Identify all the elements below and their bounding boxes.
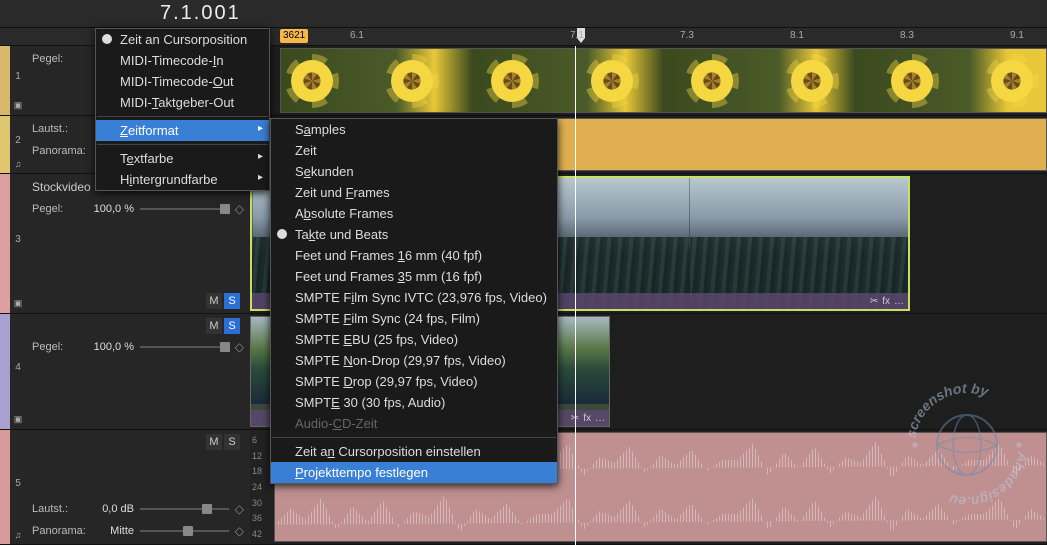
track-color-strip: [0, 430, 10, 544]
keyframe-icon[interactable]: ◇: [235, 502, 244, 516]
video-clip[interactable]: [280, 48, 1047, 113]
pan-label: Panorama:: [32, 145, 86, 157]
menu-item-midi-tc-out[interactable]: MIDI-Timecode-Out: [96, 71, 269, 92]
menu-item-ff35[interactable]: Feet und Frames 35 mm (16 fpf): [271, 266, 557, 287]
audio-track-icon: ♫: [15, 530, 22, 540]
menu-separator: [97, 116, 268, 117]
menu-item-seconds[interactable]: Sekunden: [271, 161, 557, 182]
mute-button[interactable]: M: [206, 434, 222, 450]
menu-item-ff16[interactable]: Feet und Frames 16 mm (40 fpf): [271, 245, 557, 266]
video-track-icon: ▣: [14, 414, 23, 425]
ruler-tick: 9.1: [1010, 30, 1024, 41]
menu-item-midi-clock-out[interactable]: MIDI-Taktgeber-Out: [96, 92, 269, 113]
video-track-icon: ▣: [14, 100, 23, 111]
keyframe-icon[interactable]: ◇: [235, 524, 244, 538]
ruler-tick: 7.3: [680, 30, 694, 41]
menu-item-time[interactable]: Zeit: [271, 140, 557, 161]
menu-item-time-at-cursor[interactable]: Zeit an Cursorposition: [96, 29, 269, 50]
menu-separator: [272, 437, 556, 438]
menu-item-midi-tc-in[interactable]: MIDI-Timecode-In: [96, 50, 269, 71]
radio-selected-icon: [277, 229, 287, 239]
solo-button[interactable]: S: [224, 318, 240, 334]
level-value: 100,0 %: [92, 341, 134, 353]
keyframe-icon[interactable]: ◇: [235, 340, 244, 354]
fx-icon[interactable]: fx: [882, 296, 890, 307]
menu-item-set-project-tempo[interactable]: Projekttempo festlegen: [271, 462, 557, 483]
menu-item-smpte-ivtc[interactable]: SMPTE Film Sync IVTC (23,976 fps, Video): [271, 287, 557, 308]
level-slider[interactable]: [140, 342, 229, 352]
level-label: Pegel:: [32, 203, 86, 215]
fx-icon[interactable]: fx: [583, 413, 591, 424]
solo-button[interactable]: S: [224, 434, 240, 450]
track-header: Stockvideo Pegel: 100,0 % ◇ M S: [26, 174, 250, 313]
track-number[interactable]: 1▣: [10, 46, 26, 115]
audio-track-icon: ♫: [15, 159, 22, 169]
ruler-tick: 8.3: [900, 30, 914, 41]
track-name: Stockvideo: [32, 180, 91, 194]
ruler-tick: 8.1: [790, 30, 804, 41]
track-lane[interactable]: [250, 46, 1047, 115]
track-color-strip: [0, 116, 10, 173]
menu-separator: [97, 144, 268, 145]
track-number[interactable]: 5♫: [10, 430, 26, 544]
crop-icon[interactable]: ✂: [870, 296, 878, 307]
keyframe-icon[interactable]: ◇: [235, 202, 244, 216]
more-icon[interactable]: …: [595, 413, 605, 424]
pan-label: Panorama:: [32, 525, 86, 537]
ruler-tick: 7.1: [570, 30, 584, 41]
menu-item-samples[interactable]: Samples: [271, 119, 557, 140]
volume-value: 0,0 dB: [92, 503, 134, 515]
track-number[interactable]: 4▣: [10, 314, 26, 429]
menu-item-bg-color[interactable]: Hintergrundfarbe: [96, 169, 269, 190]
menu-item-smpte-30[interactable]: SMPTE 30 (30 fps, Audio): [271, 392, 557, 413]
level-slider[interactable]: [140, 204, 229, 214]
menu-item-smpte-nd[interactable]: SMPTE Non-Drop (29,97 fps, Video): [271, 350, 557, 371]
track-number[interactable]: 3▣: [10, 174, 26, 313]
menu-item-time-frames[interactable]: Zeit und Frames: [271, 182, 557, 203]
context-menu: Zeit an Cursorposition MIDI-Timecode-In …: [95, 28, 270, 191]
menu-item-text-color[interactable]: Textfarbe: [96, 148, 269, 169]
top-bar: 7.1.001: [0, 0, 1047, 28]
menu-item-bars-beats[interactable]: Takte und Beats: [271, 224, 557, 245]
level-label: Pegel:: [32, 53, 86, 65]
context-submenu-timeformat: Samples Zeit Sekunden Zeit und Frames Ab…: [270, 118, 558, 484]
ruler-tick: 6.1: [350, 30, 364, 41]
mute-button[interactable]: M: [206, 293, 222, 309]
track-header: M S Lautst.: 0,0 dB ◇ Panorama: Mitte ◇: [26, 430, 250, 544]
solo-button[interactable]: S: [224, 293, 240, 309]
volume-label: Lautst.:: [32, 123, 86, 135]
pan-value: Mitte: [92, 525, 134, 537]
pan-slider[interactable]: [140, 526, 229, 536]
time-counter[interactable]: 7.1.001: [160, 2, 241, 25]
volume-slider[interactable]: [140, 504, 229, 514]
more-icon[interactable]: …: [894, 296, 904, 307]
menu-item-smpte-24[interactable]: SMPTE Film Sync (24 fps, Film): [271, 308, 557, 329]
menu-item-smpte-ebu[interactable]: SMPTE EBU (25 fps, Video): [271, 329, 557, 350]
track-number[interactable]: 2♫: [10, 116, 26, 173]
menu-item-time-format[interactable]: Zeitformat: [96, 120, 269, 141]
mute-button[interactable]: M: [206, 318, 222, 334]
level-label: Pegel:: [32, 341, 86, 353]
track-color-strip: [0, 314, 10, 429]
level-value: 100,0 %: [92, 203, 134, 215]
track-header: M S Pegel: 100,0 % ◇: [26, 314, 250, 429]
video-track-icon: ▣: [14, 298, 23, 309]
track-color-strip: [0, 46, 10, 115]
menu-item-set-time-cursor[interactable]: Zeit an Cursorposition einstellen: [271, 441, 557, 462]
menu-item-smpte-drop[interactable]: SMPTE Drop (29,97 fps, Video): [271, 371, 557, 392]
menu-item-audio-cd: Audio-CD-Zeit: [271, 413, 557, 434]
track-color-strip: [0, 174, 10, 313]
radio-selected-icon: [102, 34, 112, 44]
volume-label: Lautst.:: [32, 503, 86, 515]
crop-icon[interactable]: ✂: [571, 413, 579, 424]
menu-item-abs-frames[interactable]: Absolute Frames: [271, 203, 557, 224]
